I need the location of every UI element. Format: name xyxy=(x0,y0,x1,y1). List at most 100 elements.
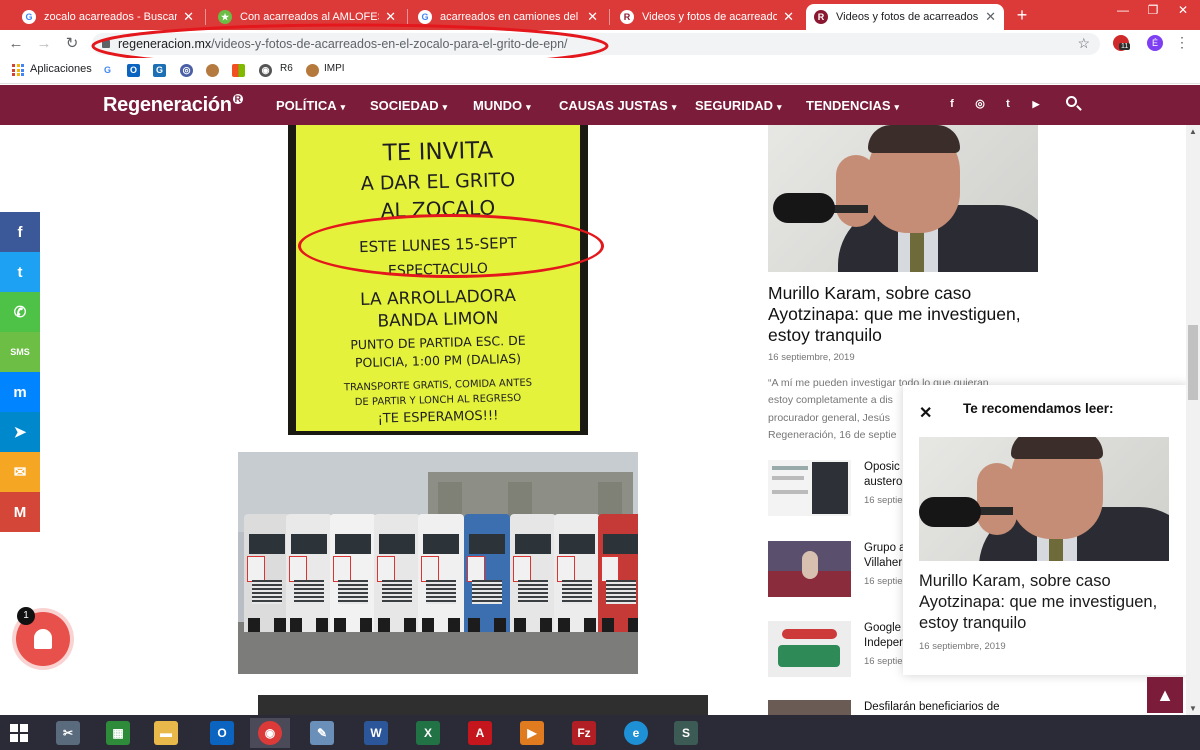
recommend-photo[interactable] xyxy=(919,437,1169,561)
forward-arrow-icon[interactable]: → xyxy=(34,34,54,54)
truck xyxy=(554,514,600,632)
share-email-icon[interactable]: ✉ xyxy=(0,452,40,492)
orange-bookmark-icon[interactable] xyxy=(206,64,219,77)
nav-label: POLÍTICA xyxy=(276,98,337,113)
globe-bookmark-icon[interactable]: ◉ xyxy=(259,64,272,77)
close-icon[interactable]: ✕ xyxy=(985,9,996,25)
list-item[interactable]: Desfilarán beneficiarios de xyxy=(768,700,1038,715)
youtube-icon[interactable]: ▶ xyxy=(1029,97,1043,111)
nav-politica[interactable]: POLÍTICA ▾ xyxy=(276,98,345,113)
post-title[interactable]: Desfilarán beneficiarios de xyxy=(864,700,1024,715)
taskbar-app-s[interactable]: S xyxy=(666,718,706,748)
bookmarks-bar: Aplicaciones G O G ◎ ◉ R6 IMPI xyxy=(0,58,1200,84)
recommendation-popup: ✕ Te recomendamos leer: Murillo Karam, s… xyxy=(903,385,1188,675)
nav-label: SEGURIDAD xyxy=(695,98,774,113)
impi-bookmark-icon[interactable] xyxy=(306,64,319,77)
post-thumbnail[interactable] xyxy=(768,541,851,597)
truck xyxy=(510,514,556,632)
chrome-menu-icon[interactable]: ⋮ xyxy=(1175,33,1189,51)
windows-start-icon[interactable] xyxy=(10,724,28,742)
facebook-icon[interactable]: f xyxy=(945,97,959,111)
nav-tendencias[interactable]: TENDENCIAS ▾ xyxy=(806,98,899,113)
third-photo xyxy=(258,695,708,715)
scrollbar-thumb[interactable] xyxy=(1188,325,1198,400)
google-icon: G xyxy=(22,10,36,24)
back-arrow-icon[interactable]: ← xyxy=(6,34,26,54)
recommend-title[interactable]: Murillo Karam, sobre caso Ayotzinapa: qu… xyxy=(919,571,1181,634)
new-tab-button[interactable]: + xyxy=(1012,4,1032,26)
google-bookmark-icon[interactable]: G xyxy=(101,64,114,77)
share-gmail-icon[interactable]: M xyxy=(0,492,40,532)
share-whatsapp-icon[interactable]: ✆ xyxy=(0,292,40,332)
article-photo[interactable] xyxy=(768,125,1038,272)
twitter-icon[interactable]: t xyxy=(1001,97,1015,111)
seal-bookmark-icon[interactable]: ◎ xyxy=(180,64,193,77)
translate-bookmark-icon[interactable]: G xyxy=(153,64,166,77)
extension-icon[interactable]: 11 xyxy=(1113,35,1131,51)
taskbar-scissors[interactable]: ✂ xyxy=(48,718,88,748)
taskbar-chrome[interactable]: ◉ xyxy=(250,718,290,748)
nav-seguridad[interactable]: SEGURIDAD ▾ xyxy=(695,98,782,113)
taskbar-calculator[interactable]: ▦ xyxy=(98,718,138,748)
article-date: 16 septiembre, 2019 xyxy=(768,352,855,363)
post-thumbnail[interactable] xyxy=(768,700,851,715)
article-title[interactable]: Murillo Karam, sobre caso Ayotzinapa: qu… xyxy=(768,283,1038,346)
outlook-bookmark-icon[interactable]: O xyxy=(127,64,140,77)
reload-icon[interactable]: ↻ xyxy=(62,34,82,54)
taskbar-file-explorer[interactable]: ▬ xyxy=(146,718,186,748)
tab-4[interactable]: R Videos y fotos de acarreados par ✕ xyxy=(612,4,802,30)
extension-badge: 11 xyxy=(1119,43,1131,50)
post-thumbnail[interactable] xyxy=(768,460,851,516)
post-thumbnail[interactable] xyxy=(768,621,851,677)
taskbar-media-player[interactable]: ▶ xyxy=(512,718,552,748)
notification-bell[interactable]: 1 xyxy=(16,607,70,666)
back-to-top-button[interactable]: ▲ xyxy=(1147,677,1183,713)
bookmark-apps[interactable]: Aplicaciones xyxy=(30,63,92,75)
bookmark-impi[interactable]: IMPI xyxy=(324,63,345,74)
calculator-icon: ▦ xyxy=(106,721,130,745)
scroll-up-icon[interactable]: ▲ xyxy=(1188,127,1198,136)
close-window-button[interactable]: ✕ xyxy=(1168,0,1198,22)
tab-5-active[interactable]: R Videos y fotos de acarreados par ✕ xyxy=(806,4,1004,30)
bookmark-star-icon[interactable]: ☆ xyxy=(1077,35,1090,52)
share-twitter-icon[interactable]: t xyxy=(0,252,40,292)
post-title[interactable]: Google Indepen xyxy=(864,621,906,651)
share-telegram-icon[interactable]: ➤ xyxy=(0,412,40,452)
share-sms-icon[interactable]: SMS xyxy=(0,332,40,372)
truck xyxy=(464,514,510,632)
share-bar: f t ✆ SMS m ➤ ✉ M xyxy=(0,212,40,532)
taskbar-excel[interactable]: X xyxy=(408,718,448,748)
close-icon[interactable]: ✕ xyxy=(783,9,794,25)
taskbar-word[interactable]: W xyxy=(356,718,396,748)
truck xyxy=(244,514,290,632)
nav-sociedad[interactable]: SOCIEDAD ▾ xyxy=(370,98,447,113)
taskbar-filezilla[interactable]: Fz xyxy=(564,718,604,748)
share-facebook-icon[interactable]: f xyxy=(0,212,40,252)
nav-mundo[interactable]: MUNDO ▾ xyxy=(473,98,531,113)
taskbar-acrobat[interactable]: A xyxy=(460,718,500,748)
instagram-icon[interactable]: ◎ xyxy=(973,97,987,111)
nav-causas-justas[interactable]: CAUSAS JUSTAS ▾ xyxy=(559,98,676,113)
share-messenger-icon[interactable]: m xyxy=(0,372,40,412)
chevron-down-icon: ▾ xyxy=(671,102,677,112)
search-icon[interactable] xyxy=(1066,96,1082,112)
apps-grid-icon[interactable] xyxy=(12,64,24,76)
scroll-down-icon[interactable]: ▼ xyxy=(1188,704,1198,713)
taskbar-internet-explorer[interactable]: e xyxy=(616,718,656,748)
site-logo[interactable]: Regeneración R xyxy=(103,94,243,117)
scissors-icon: ✂ xyxy=(56,721,80,745)
minimize-button[interactable]: — xyxy=(1108,0,1138,22)
profile-avatar[interactable]: É xyxy=(1147,35,1163,51)
poster-paper: TE INVITA A DAR EL GRITO AL ZOCALO ESTE … xyxy=(296,125,580,431)
taskbar-outlook[interactable]: O xyxy=(202,718,242,748)
post-title-line: Indepen xyxy=(864,637,906,649)
microsoft-bookmark-icon[interactable] xyxy=(232,64,245,77)
bookmark-r6[interactable]: R6 xyxy=(280,63,293,74)
post-title[interactable]: Grupo a Villaher xyxy=(864,541,906,571)
page-scrollbar[interactable]: ▲ ▼ xyxy=(1186,125,1200,715)
restore-button[interactable]: ❐ xyxy=(1138,0,1168,22)
close-icon[interactable]: ✕ xyxy=(919,403,932,423)
post-title[interactable]: Oposic austero xyxy=(864,460,904,490)
taskbar-paint[interactable]: ✎ xyxy=(302,718,342,748)
media-player-icon: ▶ xyxy=(520,721,544,745)
